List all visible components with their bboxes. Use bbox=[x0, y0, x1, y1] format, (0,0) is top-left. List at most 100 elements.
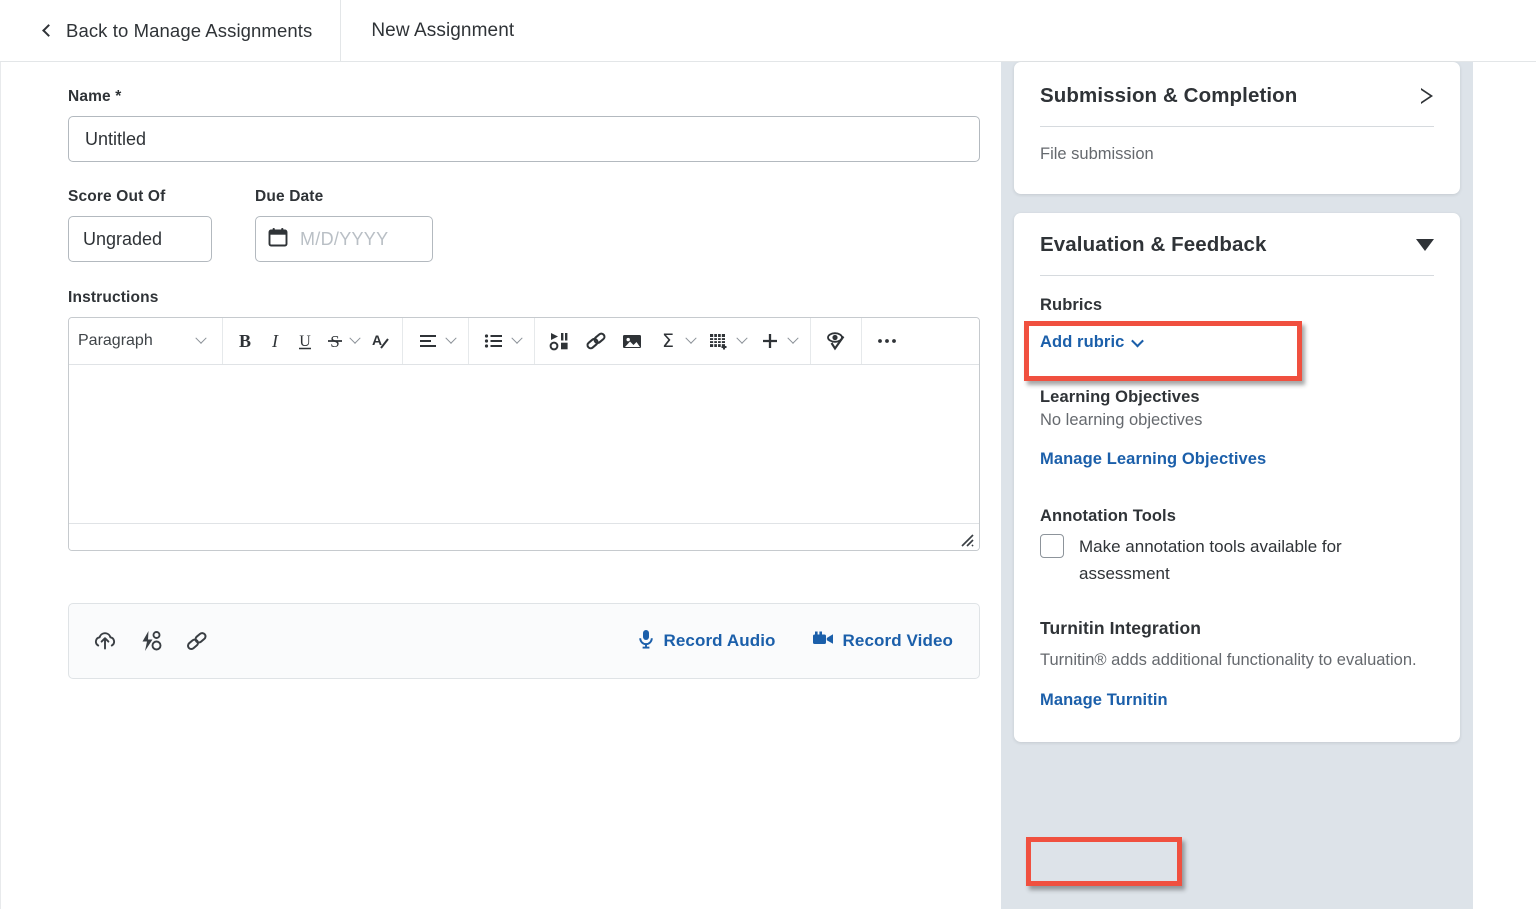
manage-learning-objectives-link[interactable]: Manage Learning Objectives bbox=[1040, 450, 1266, 469]
strikethrough-button[interactable]: S bbox=[320, 322, 350, 360]
video-camera-icon bbox=[812, 630, 834, 653]
add-rubric-link[interactable]: Add rubric bbox=[1040, 333, 1145, 352]
insert-group: Σ bbox=[535, 318, 811, 364]
editor-toolbar: Paragraph B I U S bbox=[69, 318, 979, 365]
assignment-settings-panel: Submission & Completion File submission … bbox=[1001, 62, 1473, 909]
score-and-date-row: Score Out Of Due Date M/D/YYYY bbox=[68, 188, 980, 262]
record-audio-button[interactable]: Record Audio bbox=[637, 629, 776, 654]
quicklink-icon[interactable] bbox=[578, 322, 614, 360]
insert-media-icon[interactable] bbox=[542, 322, 578, 360]
more-options-icon[interactable] bbox=[869, 322, 905, 360]
svg-text:B: B bbox=[239, 331, 251, 351]
equation-icon[interactable]: Σ bbox=[650, 322, 686, 360]
svg-text:A: A bbox=[372, 332, 382, 348]
annotation-tools-checkbox-row: Make annotation tools available for asse… bbox=[1040, 533, 1434, 587]
align-button[interactable] bbox=[410, 322, 446, 360]
text-format-group: B I U S A bbox=[223, 318, 403, 364]
turnitin-heading: Turnitin Integration bbox=[1040, 618, 1202, 639]
due-date-placeholder: M/D/YYYY bbox=[300, 228, 389, 249]
annotation-tools-heading: Annotation Tools bbox=[1040, 507, 1177, 525]
record-video-label: Record Video bbox=[842, 631, 953, 650]
submission-summary: File submission bbox=[1040, 145, 1154, 163]
divider bbox=[1040, 126, 1434, 127]
instructions-textarea[interactable] bbox=[69, 365, 979, 523]
submission-completion-card: Submission & Completion File submission bbox=[1014, 62, 1460, 194]
top-navigation-bar: Back to Manage Assignments New Assignmen… bbox=[0, 0, 1536, 62]
chevron-down-icon[interactable] bbox=[685, 332, 697, 344]
text-color-button[interactable]: A bbox=[365, 322, 395, 360]
record-buttons-group: Record Audio Record Video bbox=[637, 629, 954, 654]
chevron-down-icon[interactable] bbox=[511, 332, 523, 344]
calendar-icon bbox=[268, 227, 288, 252]
evaluation-card-header[interactable]: Evaluation & Feedback bbox=[1040, 233, 1434, 257]
chevron-down-icon[interactable] bbox=[445, 332, 457, 344]
due-date-input[interactable]: M/D/YYYY bbox=[255, 216, 433, 262]
score-out-of-input[interactable] bbox=[68, 216, 212, 262]
submission-card-title: Submission & Completion bbox=[1040, 84, 1298, 107]
svg-text:Σ: Σ bbox=[662, 330, 674, 352]
svg-text:I: I bbox=[271, 331, 279, 351]
assignment-form: Name * Score Out Of Due Date bbox=[68, 88, 980, 679]
divider bbox=[1040, 275, 1434, 276]
chevron-down-icon bbox=[195, 332, 207, 344]
name-input[interactable] bbox=[68, 116, 980, 162]
paragraph-style-group: Paragraph bbox=[69, 318, 223, 364]
evaluation-feedback-card: Evaluation & Feedback Rubrics Add rubric… bbox=[1014, 213, 1460, 743]
triangle-right-icon[interactable] bbox=[1421, 88, 1434, 104]
upload-icon[interactable] bbox=[93, 629, 117, 653]
score-out-of-label: Score Out Of bbox=[68, 188, 166, 205]
editor-footer bbox=[69, 523, 979, 550]
chevron-down-icon[interactable] bbox=[349, 332, 361, 344]
back-to-manage-assignments-link[interactable]: Back to Manage Assignments bbox=[0, 0, 342, 61]
page-title: New Assignment bbox=[371, 19, 515, 41]
bold-button[interactable]: B bbox=[230, 322, 260, 360]
learning-objectives-empty-text: No learning objectives bbox=[1040, 411, 1203, 429]
chevron-down-icon[interactable] bbox=[787, 332, 799, 344]
attachment-icon-group bbox=[93, 629, 209, 653]
quicklink-icon[interactable] bbox=[139, 629, 163, 653]
paragraph-style-value: Paragraph bbox=[78, 332, 153, 349]
paragraph-style-select[interactable]: Paragraph bbox=[69, 318, 222, 364]
record-audio-label: Record Audio bbox=[663, 631, 776, 650]
chevron-left-icon bbox=[42, 23, 55, 37]
instructions-label: Instructions bbox=[68, 289, 159, 306]
annotation-tools-checkbox-label[interactable]: Make annotation tools available for asse… bbox=[1079, 533, 1419, 587]
resize-handle-icon[interactable] bbox=[958, 531, 974, 547]
add-rubric-label: Add rubric bbox=[1040, 333, 1125, 351]
instructions-editor: Paragraph B I U S bbox=[68, 317, 980, 551]
attachments-bar: Record Audio Record Video bbox=[68, 603, 980, 679]
due-date-group: Due Date M/D/YYYY bbox=[255, 188, 433, 262]
more-group bbox=[862, 318, 912, 364]
alignment-group bbox=[403, 318, 469, 364]
insert-image-icon[interactable] bbox=[614, 322, 650, 360]
list-group bbox=[469, 318, 535, 364]
underline-button[interactable]: U bbox=[290, 322, 320, 360]
learning-objectives-heading: Learning Objectives bbox=[1040, 388, 1200, 406]
microphone-icon bbox=[637, 629, 655, 654]
page-title-container: New Assignment bbox=[341, 0, 544, 61]
manage-turnitin-link[interactable]: Manage Turnitin bbox=[1040, 691, 1168, 710]
accessibility-group bbox=[811, 318, 862, 364]
due-date-label: Due Date bbox=[255, 188, 324, 205]
italic-button[interactable]: I bbox=[260, 322, 290, 360]
rubrics-heading: Rubrics bbox=[1040, 296, 1103, 314]
list-button[interactable] bbox=[476, 322, 512, 360]
accessibility-check-icon[interactable] bbox=[818, 322, 854, 360]
record-video-button[interactable]: Record Video bbox=[812, 630, 953, 653]
evaluation-card-title: Evaluation & Feedback bbox=[1040, 233, 1267, 256]
chevron-down-icon[interactable] bbox=[736, 332, 748, 344]
submission-card-header[interactable]: Submission & Completion bbox=[1040, 84, 1434, 108]
left-edge-divider bbox=[0, 62, 1, 909]
name-field-label: Name * bbox=[68, 88, 122, 105]
assignment-editor-body: Name * Score Out Of Due Date bbox=[0, 62, 1536, 909]
svg-text:U: U bbox=[299, 333, 311, 350]
insert-more-icon[interactable] bbox=[752, 322, 788, 360]
link-icon[interactable] bbox=[185, 629, 209, 653]
back-link-label: Back to Manage Assignments bbox=[66, 19, 313, 41]
turnitin-description: Turnitin® adds additional functionality … bbox=[1040, 651, 1417, 670]
score-out-of-group: Score Out Of bbox=[68, 188, 212, 262]
chevron-down-icon bbox=[1131, 334, 1145, 348]
triangle-down-icon[interactable] bbox=[1416, 239, 1434, 251]
annotation-tools-checkbox[interactable] bbox=[1040, 534, 1064, 558]
insert-table-icon[interactable] bbox=[701, 322, 737, 360]
